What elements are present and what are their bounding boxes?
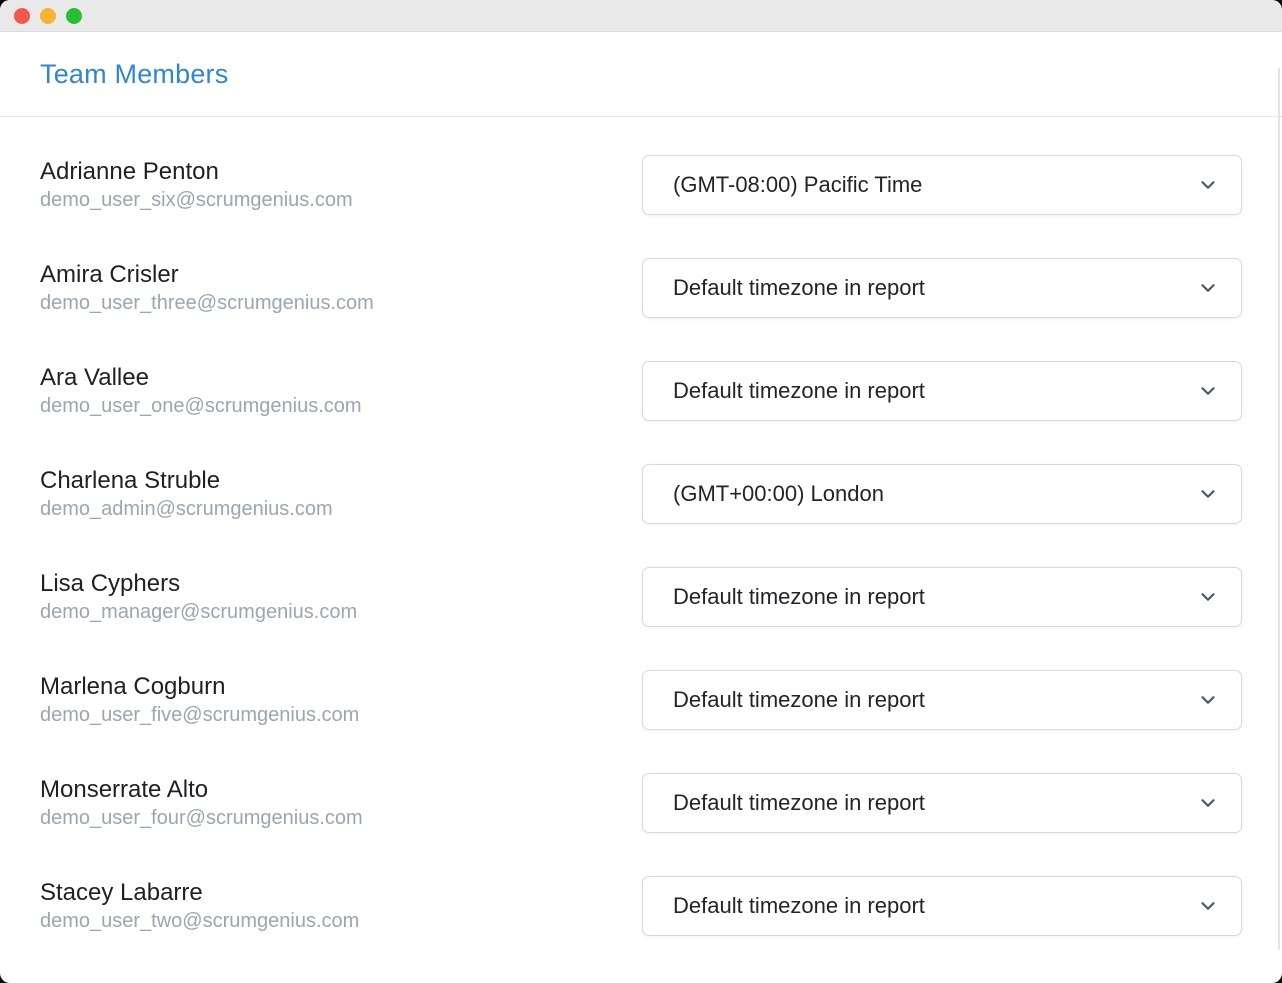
page-header: Team Members [0, 32, 1282, 117]
timezone-selected-value: Default timezone in report [673, 790, 925, 816]
page-title: Team Members [40, 59, 228, 90]
member-email: demo_manager@scrumgenius.com [40, 599, 642, 626]
timezone-selected-value: (GMT+00:00) London [673, 481, 884, 507]
member-row: Ara Vallee demo_user_one@scrumgenius.com… [40, 361, 1242, 421]
member-name: Monserrate Alto [40, 775, 642, 805]
timezone-select[interactable]: (GMT-08:00) Pacific Time [642, 155, 1242, 215]
member-name: Ara Vallee [40, 363, 642, 393]
timezone-selected-value: Default timezone in report [673, 275, 925, 301]
member-row: Amira Crisler demo_user_three@scrumgeniu… [40, 258, 1242, 318]
chevron-down-icon [1197, 895, 1219, 917]
member-info: Stacey Labarre demo_user_two@scrumgenius… [40, 876, 642, 935]
member-info: Monserrate Alto demo_user_four@scrumgeni… [40, 773, 642, 832]
close-button[interactable] [14, 8, 30, 24]
timezone-select[interactable]: Default timezone in report [642, 567, 1242, 627]
member-name: Amira Crisler [40, 260, 642, 290]
chevron-down-icon [1197, 277, 1219, 299]
member-name: Lisa Cyphers [40, 569, 642, 599]
minimize-button[interactable] [40, 8, 56, 24]
member-email: demo_user_one@scrumgenius.com [40, 393, 642, 420]
maximize-button[interactable] [66, 8, 82, 24]
member-row: Marlena Cogburn demo_user_five@scrumgeni… [40, 670, 1242, 730]
member-info: Charlena Struble demo_admin@scrumgenius.… [40, 464, 642, 523]
timezone-selected-value: (GMT-08:00) Pacific Time [673, 172, 922, 198]
chevron-down-icon [1197, 586, 1219, 608]
timezone-selected-value: Default timezone in report [673, 893, 925, 919]
window-controls [14, 8, 82, 24]
member-row: Monserrate Alto demo_user_four@scrumgeni… [40, 773, 1242, 833]
timezone-select[interactable]: Default timezone in report [642, 670, 1242, 730]
member-info: Marlena Cogburn demo_user_five@scrumgeni… [40, 670, 642, 729]
chevron-down-icon [1197, 792, 1219, 814]
member-row: Charlena Struble demo_admin@scrumgenius.… [40, 464, 1242, 524]
chevron-down-icon [1197, 483, 1219, 505]
member-email: demo_user_four@scrumgenius.com [40, 805, 642, 832]
member-email: demo_user_three@scrumgenius.com [40, 290, 642, 317]
member-email: demo_user_five@scrumgenius.com [40, 702, 642, 729]
timezone-selected-value: Default timezone in report [673, 687, 925, 713]
team-members-list: Adrianne Penton demo_user_six@scrumgeniu… [0, 117, 1282, 936]
timezone-select[interactable]: Default timezone in report [642, 361, 1242, 421]
member-name: Stacey Labarre [40, 878, 642, 908]
timezone-select[interactable]: Default timezone in report [642, 258, 1242, 318]
member-email: demo_user_two@scrumgenius.com [40, 908, 642, 935]
timezone-select[interactable]: Default timezone in report [642, 876, 1242, 936]
member-info: Lisa Cyphers demo_manager@scrumgenius.co… [40, 567, 642, 626]
chevron-down-icon [1197, 380, 1219, 402]
timezone-select[interactable]: (GMT+00:00) London [642, 464, 1242, 524]
member-name: Adrianne Penton [40, 157, 642, 187]
timezone-selected-value: Default timezone in report [673, 378, 925, 404]
member-info: Ara Vallee demo_user_one@scrumgenius.com [40, 361, 642, 420]
chevron-down-icon [1197, 689, 1219, 711]
timezone-selected-value: Default timezone in report [673, 584, 925, 610]
member-row: Adrianne Penton demo_user_six@scrumgeniu… [40, 155, 1242, 215]
window-titlebar [0, 0, 1282, 32]
member-email: demo_admin@scrumgenius.com [40, 496, 642, 523]
member-name: Charlena Struble [40, 466, 642, 496]
scrollbar[interactable] [1278, 68, 1280, 950]
chevron-down-icon [1197, 174, 1219, 196]
member-info: Adrianne Penton demo_user_six@scrumgeniu… [40, 155, 642, 214]
member-name: Marlena Cogburn [40, 672, 642, 702]
timezone-select[interactable]: Default timezone in report [642, 773, 1242, 833]
app-window: Team Members Adrianne Penton demo_user_s… [0, 0, 1282, 983]
member-info: Amira Crisler demo_user_three@scrumgeniu… [40, 258, 642, 317]
member-email: demo_user_six@scrumgenius.com [40, 187, 642, 214]
member-row: Stacey Labarre demo_user_two@scrumgenius… [40, 876, 1242, 936]
member-row: Lisa Cyphers demo_manager@scrumgenius.co… [40, 567, 1242, 627]
